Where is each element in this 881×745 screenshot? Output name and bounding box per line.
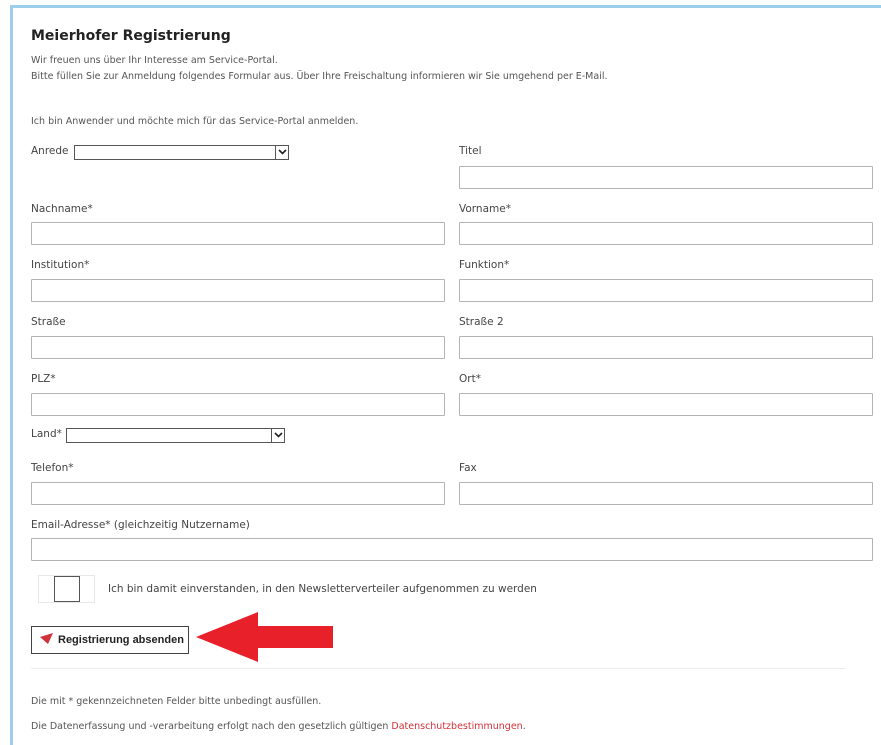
red-triangle-pointer-icon (40, 633, 54, 647)
submit-registration-button[interactable]: Registrierung absenden (31, 626, 189, 654)
privacy-note: Die Datenerfassung und -verarbeitung erf… (31, 721, 526, 732)
fax-label: Fax (459, 462, 477, 474)
telefon-input[interactable] (31, 482, 445, 505)
privacy-policy-link[interactable]: Datenschutzbestimmungen (391, 721, 522, 732)
funktion-label: Funktion* (459, 259, 510, 271)
plz-input[interactable] (31, 393, 445, 416)
chevron-down-icon (275, 146, 288, 159)
land-select[interactable] (66, 428, 285, 443)
institution-label: Institution* (31, 259, 90, 271)
nachname-input[interactable] (31, 222, 445, 245)
strasse2-label: Straße 2 (459, 316, 504, 328)
anrede-select[interactable] (74, 145, 289, 160)
vorname-input[interactable] (459, 222, 873, 245)
strasse2-input[interactable] (459, 336, 873, 359)
chevron-down-icon (271, 429, 284, 442)
nachname-label: Nachname* (31, 203, 93, 215)
frame-left-border (10, 5, 13, 745)
email-label: Email-Adresse* (gleichzeitig Nutzername) (31, 519, 250, 531)
newsletter-checkbox[interactable] (54, 576, 80, 602)
titel-label: Titel (459, 145, 482, 157)
submit-label: Registrierung absenden (58, 634, 184, 646)
privacy-end: . (522, 721, 526, 732)
ort-input[interactable] (459, 393, 873, 416)
intro-line-1: Wir freuen uns über Ihr Interesse am Ser… (31, 55, 278, 66)
titel-input[interactable] (459, 166, 873, 189)
intro-line-2: Bitte füllen Sie zur Anmeldung folgendes… (31, 71, 608, 82)
required-fields-note: Die mit * gekennzeichneten Felder bitte … (31, 696, 322, 707)
newsletter-checkbox-wrapper (38, 575, 95, 603)
plz-label: PLZ* (31, 373, 56, 385)
institution-input[interactable] (31, 279, 445, 302)
fax-input[interactable] (459, 482, 873, 505)
email-input[interactable] (31, 538, 873, 561)
page-title: Meierhofer Registrierung (31, 28, 231, 44)
funktion-input[interactable] (459, 279, 873, 302)
role-line: Ich bin Anwender und möchte mich für das… (31, 116, 359, 127)
anrede-label: Anrede (31, 145, 69, 157)
telefon-label: Telefon* (31, 462, 74, 474)
strasse-input[interactable] (31, 336, 445, 359)
ort-label: Ort* (459, 373, 481, 385)
frame-top-border (10, 5, 881, 8)
land-label: Land* (31, 428, 62, 440)
vorname-label: Vorname* (459, 203, 511, 215)
newsletter-label: Ich bin damit einverstanden, in den News… (108, 583, 537, 595)
footer-divider (31, 668, 845, 669)
privacy-text: Die Datenerfassung und -verarbeitung erf… (31, 721, 392, 732)
red-arrow-icon (196, 612, 333, 662)
strasse-label: Straße (31, 316, 66, 328)
